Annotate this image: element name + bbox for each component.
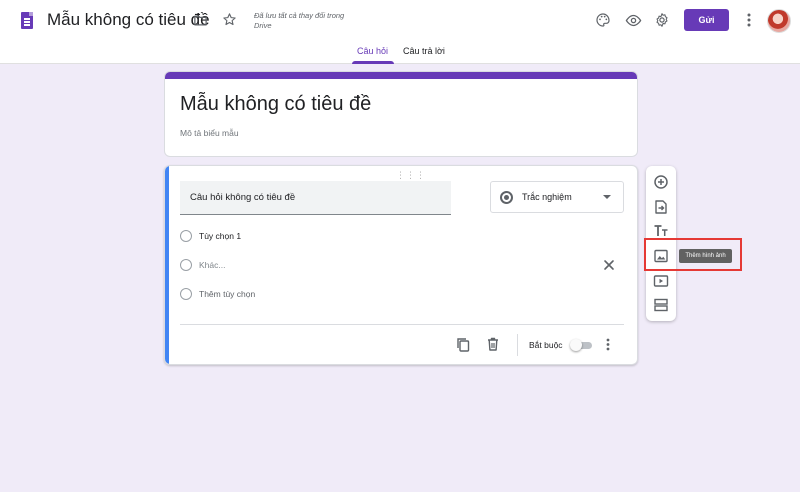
question-type-dropdown[interactable]: Trắc nghiệm — [490, 181, 624, 213]
import-questions-icon[interactable] — [653, 199, 669, 215]
tab-responses[interactable]: Câu trả lời — [403, 46, 445, 56]
question-footer-divider — [180, 324, 624, 325]
folder-icon[interactable] — [191, 11, 209, 29]
question-more-options-icon[interactable] — [603, 336, 613, 352]
active-tab-indicator — [352, 61, 394, 64]
remove-option-close-icon[interactable] — [602, 258, 616, 272]
form-title[interactable]: Mẫu không có tiêu đề — [180, 93, 371, 116]
drag-handle-icon[interactable]: ⋮⋮⋮ — [396, 170, 426, 181]
tabs-bar — [0, 40, 800, 64]
required-label: Bắt buộc — [529, 340, 563, 350]
option-label[interactable]: Tùy chọn 1 — [199, 231, 241, 241]
toggle-knob — [570, 339, 582, 351]
more-vert-icon[interactable] — [742, 11, 756, 29]
footer-separator — [517, 334, 518, 356]
add-section-icon[interactable] — [653, 297, 669, 313]
account-avatar[interactable] — [767, 9, 791, 33]
document-title[interactable]: Mẫu không có tiêu đề — [47, 10, 210, 30]
delete-trash-icon[interactable] — [485, 336, 501, 352]
question-card[interactable]: ⋮⋮⋮ Câu hỏi không có tiêu đề Trắc nghiệm… — [164, 165, 638, 365]
radio-circle-icon — [180, 259, 192, 271]
option-other-label[interactable]: Khác... — [199, 260, 225, 270]
google-forms-icon[interactable] — [21, 12, 33, 29]
add-question-icon[interactable] — [653, 174, 669, 190]
add-title-text-icon[interactable] — [653, 223, 669, 239]
form-description-field[interactable]: Mô tả biểu mẫu — [180, 128, 239, 138]
header-accent-bar — [165, 72, 637, 79]
radio-circle-icon — [180, 230, 192, 242]
form-header-card: Mẫu không có tiêu đề Mô tả biểu mẫu — [164, 71, 638, 157]
required-toggle[interactable] — [570, 339, 593, 351]
add-image-tooltip: Thêm hình ảnh — [679, 249, 732, 263]
radio-button-icon — [500, 191, 513, 204]
question-title-text: Câu hỏi không có tiêu đề — [190, 192, 296, 203]
question-type-label: Trắc nghiệm — [522, 192, 572, 202]
radio-circle-icon — [180, 288, 192, 300]
star-icon[interactable] — [220, 10, 238, 28]
duplicate-copy-icon[interactable] — [455, 336, 471, 352]
add-option-label[interactable]: Thêm tùy chọn — [199, 289, 255, 299]
settings-gear-icon[interactable] — [653, 11, 671, 29]
tab-questions[interactable]: Câu hỏi — [357, 46, 388, 56]
save-status: Đã lưu tất cả thay đổi trong Drive — [254, 11, 345, 30]
active-question-indicator — [165, 166, 169, 364]
send-button[interactable]: Gửi — [684, 9, 729, 31]
dropdown-caret-icon — [603, 195, 611, 199]
add-video-icon[interactable] — [653, 273, 669, 289]
preview-eye-icon[interactable] — [624, 11, 642, 29]
question-title-input[interactable]: Câu hỏi không có tiêu đề — [180, 181, 451, 215]
palette-icon[interactable] — [594, 11, 612, 29]
